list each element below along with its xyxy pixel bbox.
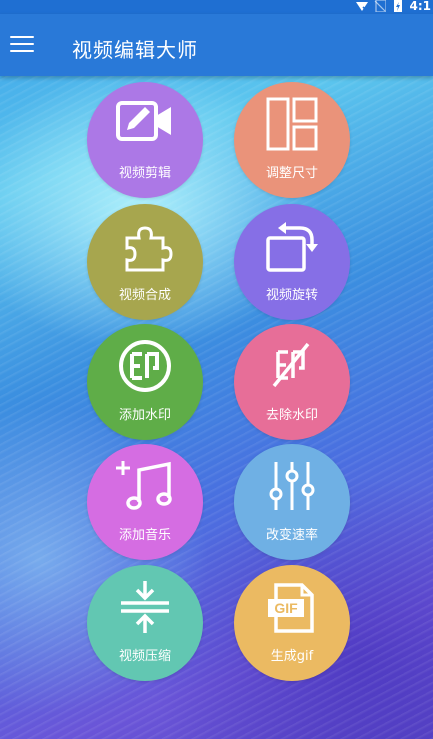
feature-label: 视频剪辑: [118, 166, 171, 181]
battery-charging-icon: [393, 0, 402, 12]
gif-file-icon: GIF: [268, 583, 314, 633]
wifi-off-icon: [355, 2, 368, 12]
add-music-button[interactable]: 添加音乐: [87, 444, 203, 560]
video-edit-button[interactable]: 视频剪辑: [87, 82, 203, 198]
feature-label: 调整尺寸: [265, 166, 318, 181]
watermark-seal-icon: [119, 340, 171, 392]
status-icons: 4:1: [355, 0, 432, 14]
app-title: 视频编辑大师: [72, 38, 198, 62]
feature-label: 添加水印: [118, 408, 171, 423]
remove-watermark-icon: [272, 342, 310, 388]
resize-layout-icon: [266, 97, 318, 151]
feature-label: 视频压缩: [118, 649, 171, 664]
speed-sliders-icon: [269, 462, 315, 510]
video-compress-button[interactable]: 视频压缩: [87, 565, 203, 681]
no-sim-icon: [374, 0, 386, 12]
hamburger-menu-icon[interactable]: [10, 36, 34, 54]
feature-label: 去除水印: [265, 408, 318, 423]
video-rotate-button[interactable]: 视频旋转: [234, 204, 350, 320]
change-speed-button[interactable]: 改变速率: [234, 444, 350, 560]
svg-text:GIF: GIF: [274, 600, 298, 616]
puzzle-piece-icon: [125, 226, 173, 272]
status-time: 4:1: [409, 0, 432, 13]
rotate-icon: [266, 222, 318, 272]
background-wallpaper: [0, 0, 433, 739]
add-music-icon: [116, 461, 172, 510]
feature-label: 添加音乐: [118, 528, 171, 543]
compress-icon: [121, 581, 169, 633]
status-bar: 4:1: [0, 0, 433, 14]
feature-label: 视频合成: [118, 288, 171, 303]
add-watermark-button[interactable]: 添加水印: [87, 324, 203, 440]
make-gif-button[interactable]: GIF 生成gif: [234, 565, 350, 681]
resize-button[interactable]: 调整尺寸: [234, 82, 350, 198]
app-bar: 视频编辑大师: [0, 14, 433, 76]
remove-watermark-button[interactable]: 去除水印: [234, 324, 350, 440]
video-edit-icon: [116, 101, 171, 141]
feature-label: 生成gif: [270, 649, 314, 664]
feature-label: 视频旋转: [265, 288, 318, 303]
feature-label: 改变速率: [265, 528, 318, 543]
video-merge-button[interactable]: 视频合成: [87, 204, 203, 320]
